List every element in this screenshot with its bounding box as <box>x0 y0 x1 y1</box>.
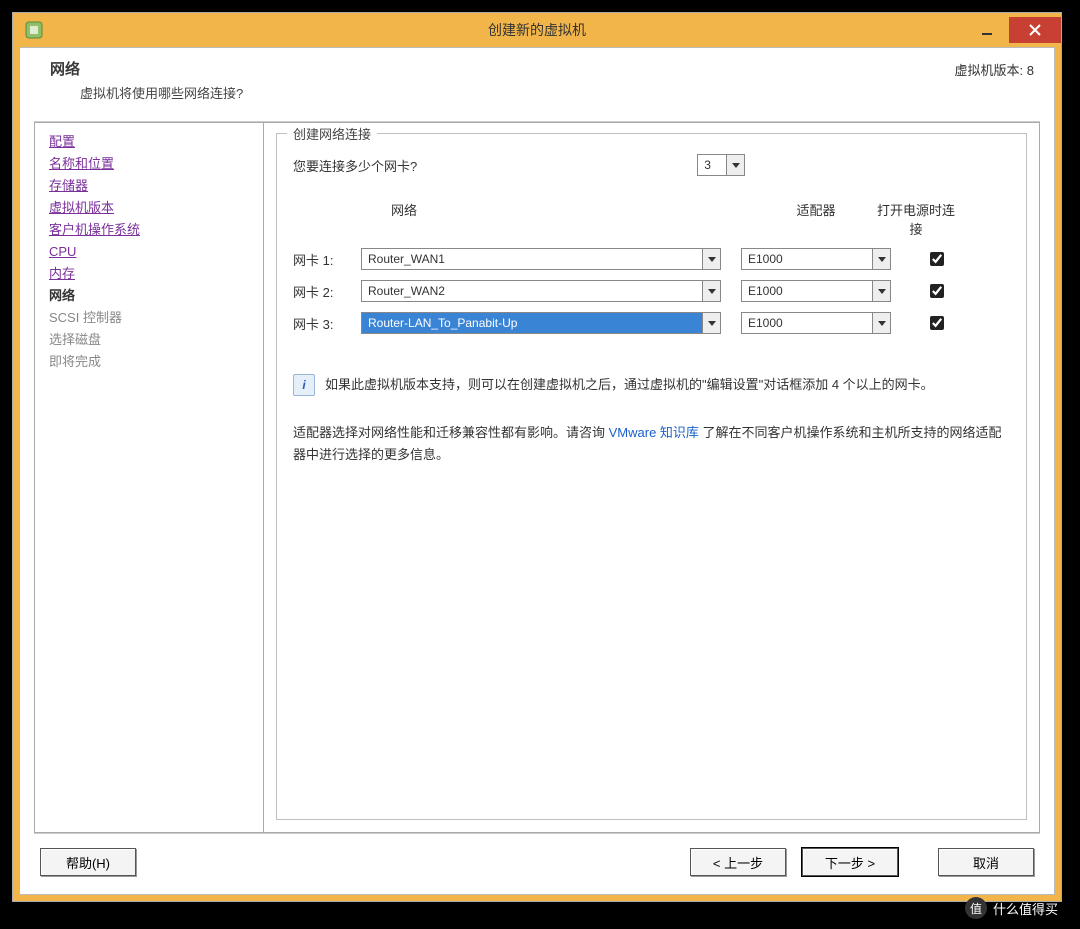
chevron-down-icon <box>872 249 890 269</box>
content-area: 配置名称和位置存储器虚拟机版本客户机操作系统CPU内存网络SCSI 控制器选择磁… <box>34 121 1040 834</box>
nic-adapter-select-2[interactable]: E1000 <box>741 280 891 302</box>
watermark-text: 什么值得买 <box>993 899 1058 918</box>
chevron-down-icon <box>872 281 890 301</box>
col-network: 网络 <box>361 200 721 238</box>
nic-label: 网卡 3: <box>293 314 361 333</box>
help-button[interactable]: 帮助(H) <box>40 848 136 876</box>
window-controls <box>965 17 1061 43</box>
sidebar-item-4[interactable]: 客户机操作系统 <box>49 219 263 241</box>
chevron-down-icon <box>726 155 744 175</box>
sidebar-item-8: SCSI 控制器 <box>49 307 263 329</box>
nic-adapter-select-1[interactable]: E1000 <box>741 248 891 270</box>
nic-adapter-value: E1000 <box>742 281 872 301</box>
sidebar-item-1[interactable]: 名称和位置 <box>49 153 263 175</box>
nic-network-select-1[interactable]: Router_WAN1 <box>361 248 721 270</box>
sidebar-item-2[interactable]: 存储器 <box>49 175 263 197</box>
nic-network-select-2[interactable]: Router_WAN2 <box>361 280 721 302</box>
window-title: 创建新的虚拟机 <box>13 20 1061 40</box>
sidebar-item-9: 选择磁盘 <box>49 329 263 351</box>
nic-row-1: 网卡 1:Router_WAN1 E1000 <box>293 248 1010 270</box>
footer: 帮助(H) < 上一步 下一步 > 取消 <box>20 834 1054 894</box>
sidebar-item-7: 网络 <box>49 285 263 307</box>
header-divider <box>20 114 1054 115</box>
sidebar-item-6[interactable]: 内存 <box>49 263 263 285</box>
nic-adapter-value: E1000 <box>742 249 872 269</box>
chevron-down-icon <box>702 281 720 301</box>
watermark-badge: 值 <box>965 897 987 919</box>
titlebar[interactable]: 创建新的虚拟机 <box>13 13 1061 47</box>
client-area: 网络 虚拟机将使用哪些网络连接? 虚拟机版本: 8 配置名称和位置存储器虚拟机版… <box>19 47 1055 895</box>
groupbox-legend: 创建网络连接 <box>287 124 377 143</box>
nic-network-select-3[interactable]: Router-LAN_To_Panabit-Up <box>361 312 721 334</box>
next-button[interactable]: 下一步 > <box>802 848 898 876</box>
nic-row-2: 网卡 2:Router_WAN2 E1000 <box>293 280 1010 302</box>
nic-row-3: 网卡 3:Router-LAN_To_Panabit-Up E1000 <box>293 312 1010 334</box>
wizard-sidebar: 配置名称和位置存储器虚拟机版本客户机操作系统CPU内存网络SCSI 控制器选择磁… <box>34 122 264 833</box>
cancel-button[interactable]: 取消 <box>938 848 1034 876</box>
nic-label: 网卡 2: <box>293 282 361 301</box>
sidebar-item-5[interactable]: CPU <box>49 241 263 263</box>
watermark: 值 什么值得买 <box>965 897 1058 919</box>
page-header: 网络 虚拟机将使用哪些网络连接? 虚拟机版本: 8 <box>20 48 1054 108</box>
app-icon <box>21 17 47 43</box>
adapter-note: 适配器选择对网络性能和迁移兼容性都有影响。请咨询 VMware 知识库 了解在不… <box>293 422 1010 466</box>
vm-version-label: 虚拟机版本: 8 <box>955 58 1034 79</box>
nic-adapter-select-3[interactable]: E1000 <box>741 312 891 334</box>
window-frame: 创建新的虚拟机 网络 虚拟机将使用哪些网络连接? 虚拟机版本: 8 配置名称和位… <box>12 12 1062 902</box>
nic-count-value: 3 <box>698 155 726 175</box>
back-button[interactable]: < 上一步 <box>690 848 786 876</box>
nic-adapter-value: E1000 <box>742 313 872 333</box>
nic-network-value: Router_WAN1 <box>362 249 702 269</box>
nic-label: 网卡 1: <box>293 250 361 269</box>
page-subtitle: 虚拟机将使用哪些网络连接? <box>80 83 243 102</box>
network-groupbox: 创建网络连接 您要连接多少个网卡? 3 网络 适配器 <box>276 133 1027 820</box>
kb-link[interactable]: VMware 知识库 <box>609 425 699 440</box>
sidebar-item-3[interactable]: 虚拟机版本 <box>49 197 263 219</box>
col-adapter: 适配器 <box>721 200 871 238</box>
info-row: i 如果此虚拟机版本支持，则可以在创建虚拟机之后，通过虚拟机的"编辑设置"对话框… <box>293 374 1010 396</box>
note-prefix: 适配器选择对网络性能和迁移兼容性都有影响。请咨询 <box>293 425 609 440</box>
chevron-down-icon <box>702 313 720 333</box>
nic-count-question: 您要连接多少个网卡? <box>293 156 417 175</box>
close-button[interactable] <box>1009 17 1061 43</box>
main-panel: 创建网络连接 您要连接多少个网卡? 3 网络 适配器 <box>264 122 1040 833</box>
chevron-down-icon <box>702 249 720 269</box>
page-title: 网络 <box>50 58 243 79</box>
chevron-down-icon <box>872 313 890 333</box>
minimize-button[interactable] <box>965 17 1009 43</box>
nic-network-value: Router_WAN2 <box>362 281 702 301</box>
info-text: 如果此虚拟机版本支持，则可以在创建虚拟机之后，通过虚拟机的"编辑设置"对话框添加… <box>325 374 1010 396</box>
nic-connect-checkbox-2[interactable] <box>930 284 944 298</box>
col-poweron: 打开电源时连接 <box>871 200 961 238</box>
nic-connect-checkbox-3[interactable] <box>930 316 944 330</box>
sidebar-item-10: 即将完成 <box>49 351 263 373</box>
sidebar-item-0[interactable]: 配置 <box>49 131 263 153</box>
info-icon: i <box>293 374 315 396</box>
nic-network-value: Router-LAN_To_Panabit-Up <box>362 313 702 333</box>
nic-connect-checkbox-1[interactable] <box>930 252 944 266</box>
nic-count-select[interactable]: 3 <box>697 154 745 176</box>
columns-header: 网络 适配器 打开电源时连接 <box>293 200 1010 238</box>
